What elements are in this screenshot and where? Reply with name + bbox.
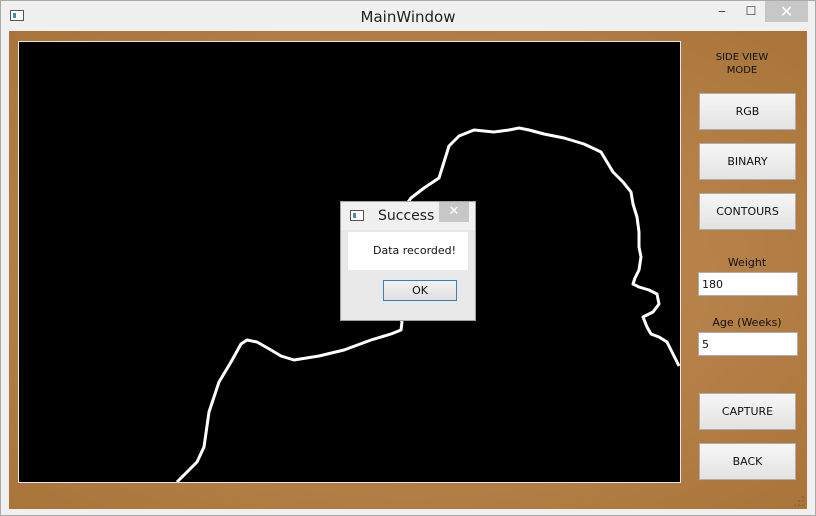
main-window: MainWindow ‒ ☐ ✕ SIDE VIEW MODE RGB BINA… bbox=[0, 0, 816, 516]
binary-button[interactable]: BINARY bbox=[699, 143, 796, 180]
age-label: Age (Weeks) bbox=[712, 316, 782, 329]
capture-button[interactable]: CAPTURE bbox=[699, 393, 796, 430]
window-title: MainWindow bbox=[360, 8, 456, 26]
close-button[interactable]: ✕ bbox=[765, 1, 808, 22]
dialog-app-icon bbox=[350, 210, 364, 221]
weight-label: Weight bbox=[727, 256, 767, 269]
title-bar[interactable]: MainWindow ‒ ☐ ✕ bbox=[1, 1, 815, 31]
resize-grip[interactable] bbox=[794, 496, 804, 506]
age-input[interactable] bbox=[698, 332, 798, 356]
success-dialog: Success ✕ Data recorded! OK bbox=[340, 201, 476, 321]
weight-input[interactable] bbox=[698, 272, 798, 296]
minimize-button[interactable]: ‒ bbox=[707, 1, 737, 22]
dialog-close-button[interactable]: ✕ bbox=[439, 202, 469, 222]
rgb-button[interactable]: RGB bbox=[699, 93, 796, 130]
dialog-title-bar[interactable]: Success ✕ bbox=[341, 202, 475, 230]
back-button[interactable]: BACK bbox=[699, 443, 796, 480]
ok-button[interactable]: OK bbox=[383, 280, 457, 301]
dialog-message: Data recorded! bbox=[373, 244, 457, 257]
side-view-mode-label: SIDE VIEW MODE bbox=[715, 52, 769, 76]
maximize-button[interactable]: ☐ bbox=[737, 1, 765, 22]
dialog-title: Success bbox=[378, 208, 435, 224]
contours-button[interactable]: CONTOURS bbox=[699, 193, 796, 230]
